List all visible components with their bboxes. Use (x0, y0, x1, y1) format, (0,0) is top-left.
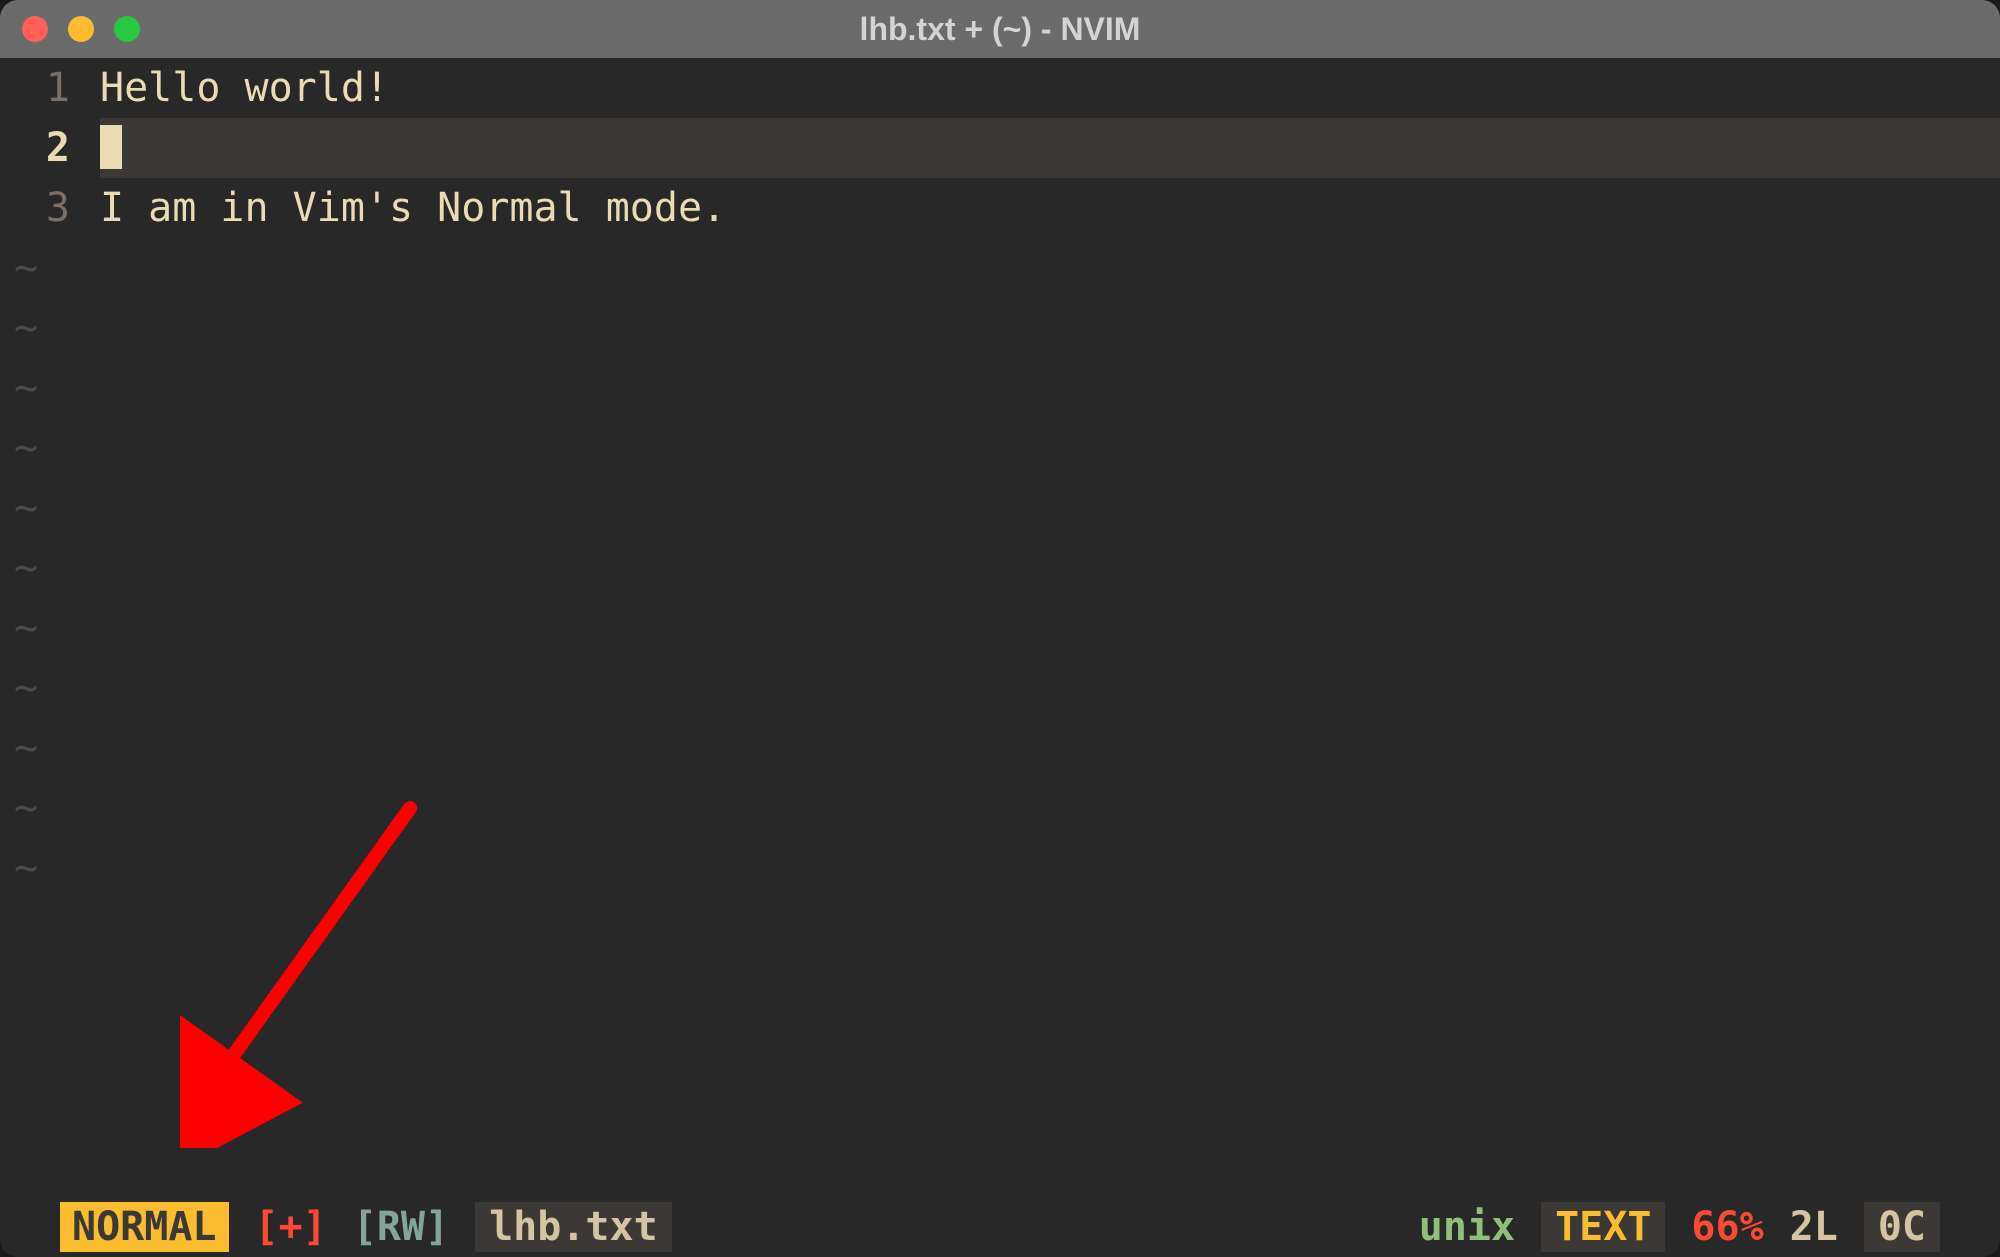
statusbar: NORMAL [+] [RW] lhb.txt unix TEXT 66% 2L… (0, 1197, 2000, 1257)
editor-content[interactable]: 1 2 3 ~ ~ ~ ~ ~ ~ ~ ~ ~ ~ ~ Hello world!… (0, 58, 2000, 1197)
status-percent: 66% (1691, 1204, 1763, 1250)
line-number: 1 (0, 58, 100, 118)
status-line-number: 2L (1790, 1204, 1838, 1250)
empty-line-tilde: ~ (0, 718, 100, 778)
line-number: 3 (0, 178, 100, 238)
empty-line-tilde: ~ (0, 598, 100, 658)
text-line[interactable]: Hello world! (100, 58, 2000, 118)
empty-line-tilde: ~ (0, 658, 100, 718)
maximize-window-button[interactable] (114, 16, 140, 42)
empty-line-tilde: ~ (0, 778, 100, 838)
status-mode: NORMAL (60, 1202, 229, 1252)
text-line[interactable]: I am in Vim's Normal mode. (100, 178, 2000, 238)
empty-line-tilde: ~ (0, 478, 100, 538)
empty-line-tilde: ~ (0, 238, 100, 298)
status-modified-flag: [+] (255, 1204, 327, 1250)
text-area[interactable]: Hello world! I am in Vim's Normal mode. (100, 58, 2000, 1197)
empty-line-tilde: ~ (0, 358, 100, 418)
empty-line-tilde: ~ (0, 298, 100, 358)
gutter: 1 2 3 ~ ~ ~ ~ ~ ~ ~ ~ ~ ~ ~ (0, 58, 100, 1197)
text-line-current[interactable] (100, 118, 2000, 178)
traffic-lights (22, 16, 140, 42)
status-filetype: TEXT (1541, 1202, 1665, 1252)
status-column-number: 0C (1864, 1202, 1940, 1252)
app-window: lhb.txt + (~) - NVIM 1 2 3 ~ ~ ~ ~ ~ ~ ~… (0, 0, 2000, 1257)
window-title: lhb.txt + (~) - NVIM (860, 11, 1141, 48)
status-filename: lhb.txt (475, 1202, 672, 1252)
status-fileformat: unix (1419, 1204, 1515, 1250)
titlebar: lhb.txt + (~) - NVIM (0, 0, 2000, 58)
editor[interactable]: 1 2 3 ~ ~ ~ ~ ~ ~ ~ ~ ~ ~ ~ Hello world!… (0, 58, 2000, 1257)
empty-line-tilde: ~ (0, 538, 100, 598)
empty-line-tilde: ~ (0, 838, 100, 898)
cursor-block (100, 125, 122, 169)
close-window-button[interactable] (22, 16, 48, 42)
empty-line-tilde: ~ (0, 418, 100, 478)
status-readwrite-flag: [RW] (353, 1204, 449, 1250)
minimize-window-button[interactable] (68, 16, 94, 42)
line-number-current: 2 (0, 118, 100, 178)
